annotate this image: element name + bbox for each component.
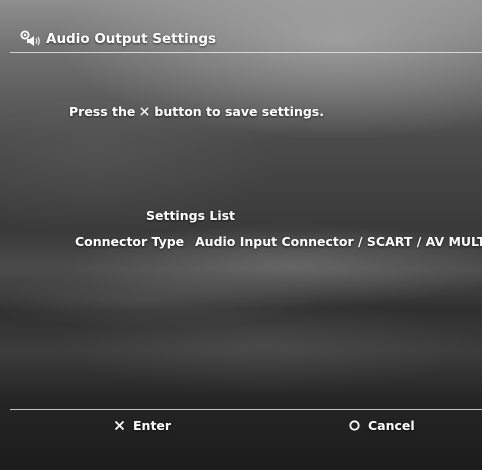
- enter-button[interactable]: Enter: [114, 418, 171, 433]
- cancel-button[interactable]: Cancel: [349, 418, 415, 433]
- title-bar: Audio Output Settings: [0, 0, 482, 52]
- header-divider: [10, 52, 482, 53]
- settings-list-heading: Settings List: [146, 208, 236, 223]
- save-instruction: Press the button to save settings.: [69, 104, 324, 119]
- instruction-text-start: Press the: [69, 104, 136, 119]
- audio-output-settings-screen: Audio Output Settings Press the button t…: [0, 0, 482, 470]
- circle-button-icon: [349, 420, 360, 431]
- cross-button-icon: [114, 420, 125, 431]
- page-title: Audio Output Settings: [46, 31, 217, 47]
- cancel-label: Cancel: [368, 418, 415, 433]
- title-row: Audio Output Settings: [20, 30, 216, 48]
- enter-label: Enter: [133, 418, 172, 433]
- audio-settings-icon: [20, 30, 40, 46]
- setting-row-connector-type: Connector Type Audio Input Connector / S…: [75, 234, 482, 249]
- setting-label: Connector Type: [75, 234, 185, 249]
- cross-button-icon: [140, 107, 149, 116]
- instruction-text-end: button to save settings.: [154, 104, 324, 119]
- setting-value: Audio Input Connector / SCART / AV MULTI: [195, 234, 482, 249]
